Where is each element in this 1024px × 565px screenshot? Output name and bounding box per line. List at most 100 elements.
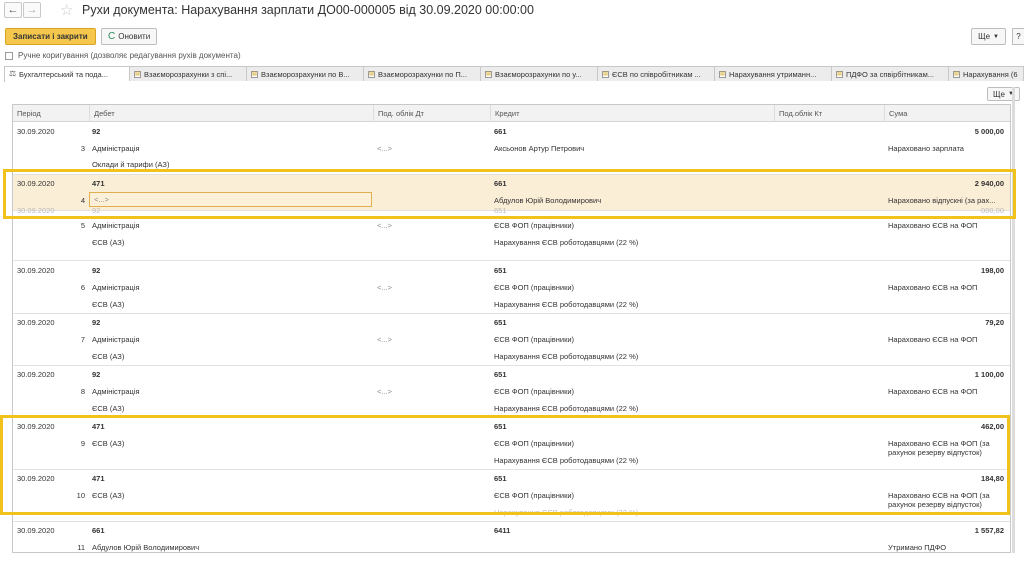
tab-label: Взаєморозрахунки по П... <box>378 69 467 79</box>
debit-account-cell: 92 <box>92 266 101 275</box>
register-icon: ▤ <box>368 70 375 78</box>
debit-subconto-1: Адміністрація <box>92 283 140 292</box>
tab-settlements-employees[interactable]: ▤ Взаєморозрахунки з спі... <box>129 66 246 81</box>
table-row[interactable]: 30.09.2020 92 651 000,00 5 Адміністрація… <box>13 206 1010 261</box>
tab-label: Нарахування утриманн... <box>729 69 817 79</box>
tab-settlements-v[interactable]: ▤ Взаєморозрахунки по В... <box>246 66 363 81</box>
debit-subconto-2: Оклади й тарифи (АЗ) <box>92 159 170 169</box>
back-arrow-icon[interactable]: ← <box>4 2 22 18</box>
register-icon: ▤ <box>719 70 726 78</box>
chevron-down-icon: ▼ <box>993 33 999 40</box>
tab-accruals[interactable]: ▤ Нарахування (6 <box>948 66 1024 81</box>
credit-subconto-2: Нарахування ЄСВ роботодавцями (22 %) <box>494 352 639 361</box>
help-button[interactable]: ? <box>1012 28 1024 45</box>
debit-subconto-1: ЄСВ (АЗ) <box>92 439 125 448</box>
period-cell: 30.09.2020 <box>17 526 55 535</box>
manual-correction-option[interactable]: Ручне коригування (дозволяє редагування … <box>5 50 241 61</box>
credit-account-cell: 6411 <box>494 526 511 535</box>
tab-label: ЄСВ по співробітникам ... <box>612 69 701 79</box>
amount-cell: 1 557,82 <box>974 526 1004 535</box>
amount-cell: 000,00 <box>981 205 1004 215</box>
line-number-cell: 9 <box>80 439 85 448</box>
credit-subconto-2: Нарахування ЄСВ роботодавцями (22 %) <box>494 404 639 413</box>
debit-account-cell: 92 <box>92 127 101 136</box>
more-label: Ще <box>978 32 991 41</box>
amount-cell: 1 100,00 <box>974 370 1004 379</box>
tab-label: Бухгалтерський та пода... <box>19 70 108 79</box>
table-row[interactable]: 30.09.2020 661 6411 1 557,82 11 Абдулов … <box>13 522 1010 552</box>
line-number-cell: 8 <box>80 387 85 396</box>
refresh-button[interactable]: C Оновити <box>101 28 158 45</box>
table-row[interactable]: 30.09.2020 92 651 79,20 7 Адміністрація … <box>13 314 1010 366</box>
register-tabs: ⚖ Бухгалтерський та пода... ▤ Взаєморозр… <box>4 66 1024 82</box>
scrollbar[interactable] <box>1012 87 1015 553</box>
table-row[interactable]: 30.09.2020 471 651 462,00 9 ЄСВ (АЗ) ЄСВ… <box>13 418 1010 470</box>
debit-subconto-1: ЄСВ (АЗ) <box>92 491 125 500</box>
column-header-sub-debit[interactable]: Под. облік Дт <box>373 105 490 122</box>
period-cell: 30.09.2020 <box>17 318 55 327</box>
amount-cell: 184,80 <box>981 474 1004 483</box>
tab-label: Взаєморозрахунки по у... <box>495 69 582 79</box>
column-header-sub-credit[interactable]: Под.облік Кт <box>774 105 884 122</box>
table-row[interactable]: 30.09.2020 92 651 1 100,00 8 Адміністрац… <box>13 366 1010 418</box>
line-number-cell: 5 <box>80 221 85 230</box>
line-number-cell: 11 <box>77 543 85 552</box>
movements-table: Період Дебет Под. облік Дт Кредит Под.об… <box>12 104 1011 553</box>
debit-account-cell: 471 <box>92 179 105 188</box>
debit-subconto-1: Абдулов Юрій Володимирович <box>92 543 200 552</box>
tab-label: ПДФО за спвірбітникам... <box>846 69 935 79</box>
column-header-amount[interactable]: Сума <box>884 105 1010 122</box>
column-header-credit[interactable]: Кредит <box>490 105 774 122</box>
forward-arrow-icon[interactable]: → <box>23 2 41 18</box>
command-bar: Записати і закрити C Оновити Ще ▼ ? <box>0 28 1024 46</box>
credit-account-cell: 651 <box>494 370 507 379</box>
table-row[interactable]: 30.09.2020 92 661 5 000,00 3 Адміністрац… <box>13 123 1010 175</box>
register-icon: ▤ <box>485 70 492 78</box>
table-row[interactable]: 30.09.2020 471 651 184,80 10 ЄСВ (АЗ) ЄС… <box>13 470 1010 522</box>
save-and-close-button[interactable]: Записати і закрити <box>5 28 96 45</box>
period-cell: 30.09.2020 <box>17 422 55 431</box>
accounting-register-icon: ⚖ <box>9 69 17 78</box>
line-number-cell: 10 <box>76 491 85 500</box>
register-icon: ▤ <box>953 70 960 78</box>
manual-correction-checkbox[interactable] <box>5 51 13 60</box>
content-cell: Нараховано зарплата <box>888 144 964 153</box>
debit-subconto-1: Адміністрація <box>92 387 140 396</box>
amount-cell: 2 940,00 <box>974 179 1004 188</box>
credit-account-cell: 651 <box>494 318 507 327</box>
period-cell: 30.09.2020 <box>17 474 55 483</box>
tab-accounting[interactable]: ⚖ Бухгалтерський та пода... <box>4 66 129 82</box>
line-number-cell: 3 <box>80 144 85 153</box>
tab-settlements-u[interactable]: ▤ Взаєморозрахунки по у... <box>480 66 597 81</box>
line-number-cell: 7 <box>80 335 85 344</box>
amount-cell: 79,20 <box>985 318 1004 327</box>
debit-account-cell: 92 <box>92 370 101 379</box>
tab-label: Взаєморозрахунки з спі... <box>144 69 233 79</box>
debit-subconto-1: Адміністрація <box>92 144 140 153</box>
column-header-period[interactable]: Період <box>13 105 89 122</box>
line-number-cell: 6 <box>80 283 85 292</box>
more-button[interactable]: Ще ▼ <box>971 28 1006 45</box>
debit-subconto-1: Адміністрація <box>92 221 140 230</box>
credit-subconto-2: Нарахування ЄСВ роботодавцями (22 %) <box>494 238 639 247</box>
tab-label: Взаєморозрахунки по В... <box>261 69 350 79</box>
favorite-star-icon[interactable]: ☆ <box>60 1 73 19</box>
credit-account-cell: 651 <box>494 474 507 483</box>
period-cell: 30.09.2020 <box>17 370 55 379</box>
tab-label: Нарахування (6 <box>963 69 1018 79</box>
credit-account-cell: 661 <box>494 179 507 188</box>
column-header-debit[interactable]: Дебет <box>89 105 373 122</box>
tab-accruals-deductions[interactable]: ▤ Нарахування утриманн... <box>714 66 831 81</box>
register-icon: ▤ <box>134 70 141 78</box>
table-row[interactable]: 30.09.2020 92 651 198,00 6 Адміністрація… <box>13 262 1010 314</box>
register-icon: ▤ <box>602 70 609 78</box>
debit-account-cell: 471 <box>92 474 105 483</box>
credit-subconto-1: ЄСВ ФОП (працівники) <box>494 491 575 500</box>
tab-esv-employees[interactable]: ▤ ЄСВ по співробітникам ... <box>597 66 714 81</box>
tab-settlements-p[interactable]: ▤ Взаєморозрахунки по П... <box>363 66 480 81</box>
period-cell: 30.09.2020 <box>17 205 55 215</box>
tab-pdfo-employees[interactable]: ▤ ПДФО за спвірбітникам... <box>831 66 948 81</box>
debit-subconto-2: ЄСВ (АЗ) <box>92 300 125 309</box>
refresh-label: Оновити <box>118 32 151 41</box>
credit-subconto-2: Нарахування ЄСВ роботодавцями (22 %) <box>494 456 639 465</box>
